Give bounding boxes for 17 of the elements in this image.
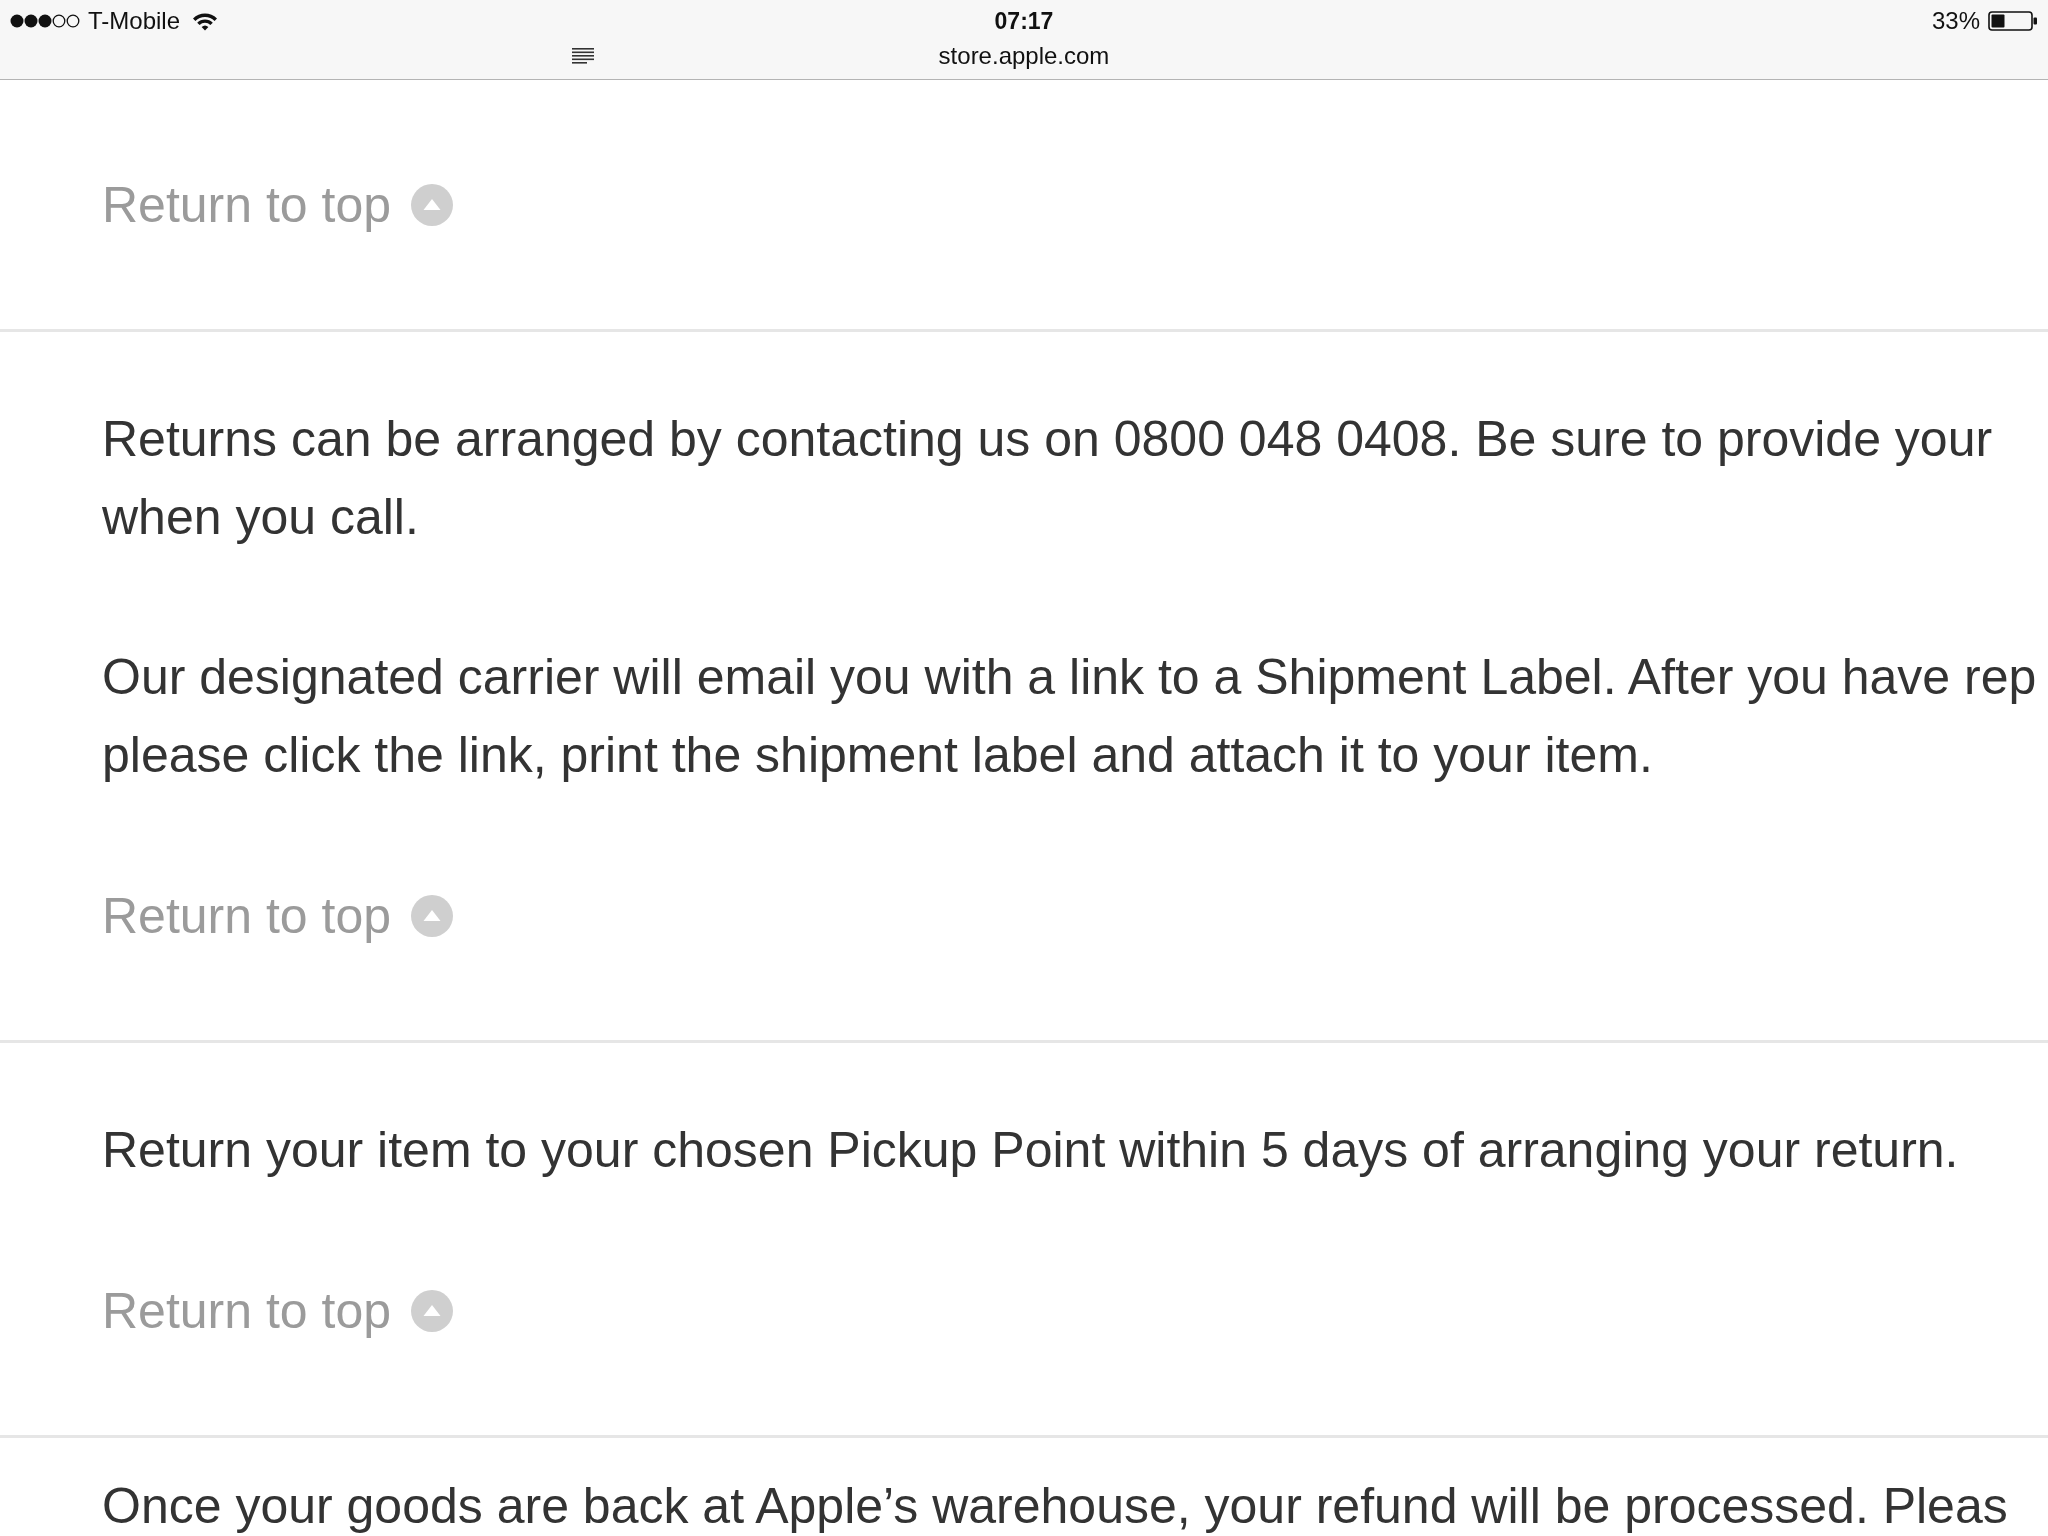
- back-to-top-link[interactable]: Return to top: [102, 1281, 454, 1341]
- clock-time: 07:17: [994, 7, 1054, 35]
- body-text: please click the link, print the shipment label and attach it to your item.: [102, 726, 1653, 785]
- carrier-name: T-Mobile: [88, 7, 181, 35]
- wifi-icon: [192, 11, 219, 31]
- body-text: Once your goods are back at Apple’s warehouse, your refund will be processed. Pleas: [102, 1478, 2008, 1534]
- body-text: Return your item to your chosen Pickup Point within 5 days of arranging your return.: [102, 1121, 1959, 1180]
- back-to-top-link[interactable]: Return to top: [102, 886, 454, 946]
- reader-icon[interactable]: [572, 48, 594, 64]
- back-to-top-link[interactable]: Return to top: [102, 175, 454, 235]
- signal-strength-icon: [10, 14, 80, 28]
- page-url[interactable]: store.apple.com: [938, 42, 1110, 70]
- battery-percentage: 33%: [1931, 7, 1980, 35]
- body-text: when you call.: [102, 488, 419, 547]
- battery-icon: [1988, 11, 2038, 31]
- body-text: Returns can be arranged by contacting us on 0800 048 0408. Be sure to provide your: [102, 410, 1993, 469]
- body-text: Our designated carrier will email you with a link to a Shipment Label. After you have rep: [102, 648, 2037, 707]
